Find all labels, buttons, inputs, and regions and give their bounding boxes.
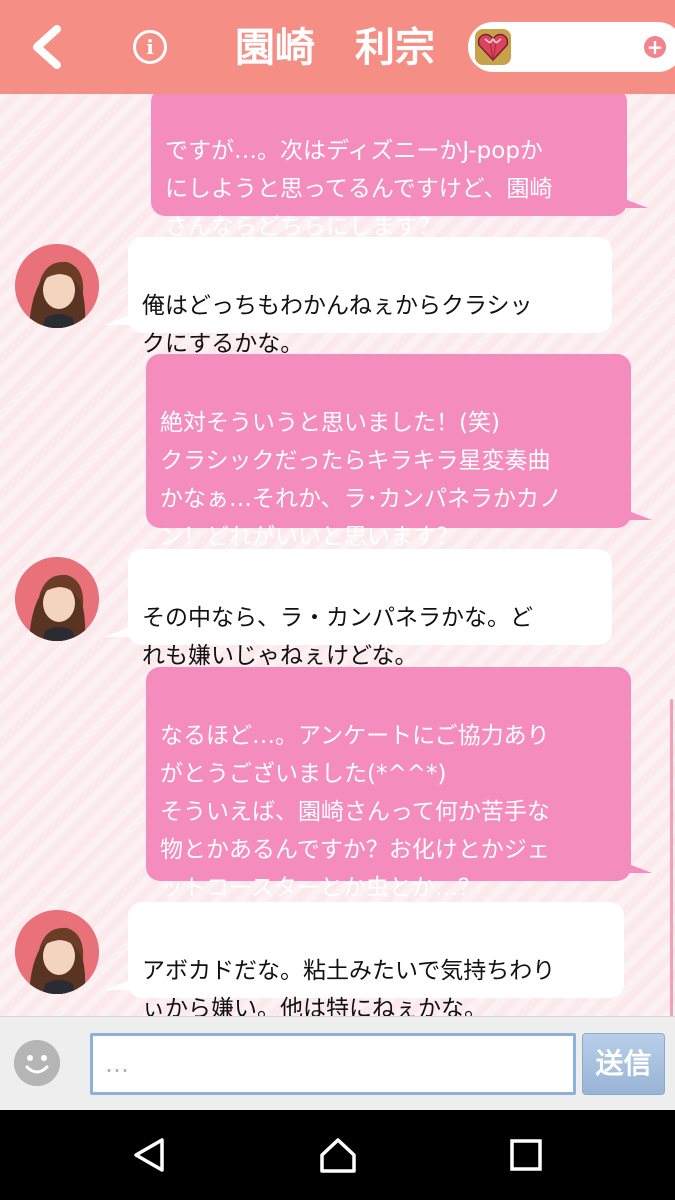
chat-title: 園崎 利宗	[235, 25, 435, 71]
back-button[interactable]	[22, 22, 72, 72]
message-text: 絶対そういうと思いました！(笑) クラシックだったらキラキラ星変奏曲 かなぁ…そ…	[160, 410, 563, 550]
plus-icon: +	[646, 35, 664, 59]
message-text: その中なら、ラ・カンパネラかな。ど れも嫌いじゃねぇけどな。	[142, 605, 533, 669]
message-text: なるほど…。アンケートにご協力あり がとうございました(*^^*) そういえば、…	[160, 723, 550, 901]
partner-avatar[interactable]	[15, 557, 99, 641]
info-icon: i	[146, 35, 154, 59]
bubble-tail	[626, 510, 652, 520]
avatar-portrait-icon	[15, 910, 99, 994]
partner-message: その中なら、ラ・カンパネラかな。ど れも嫌いじゃねぇけどな。	[128, 549, 612, 669]
bubble-tail	[104, 315, 130, 325]
user-message: ですが…。次はディズニーかJ-popか にしようと思ってるんですけど、園崎 さん…	[151, 94, 627, 240]
system-nav-bar	[0, 1110, 675, 1200]
send-button[interactable]: 送信	[582, 1033, 665, 1095]
bubble-tail	[626, 863, 652, 873]
nav-recents-icon[interactable]	[506, 1135, 546, 1175]
add-gem-button[interactable]: +	[644, 36, 666, 58]
info-button[interactable]: i	[133, 30, 167, 64]
avatar-portrait-icon	[15, 557, 99, 641]
scrollbar[interactable]	[670, 699, 673, 1016]
bubble-tail	[622, 198, 648, 208]
nav-home-icon[interactable]	[318, 1135, 358, 1175]
partner-message: アボカドだな。粘土みたいで気持ちわり ぃから嫌い。他は特にねぇかな。	[128, 902, 624, 1016]
smiley-icon	[14, 1040, 60, 1086]
heart-gem-icon	[475, 29, 511, 65]
user-message: 絶対そういうと思いました！(笑) クラシックだったらキラキラ星変奏曲 かなぁ…そ…	[146, 354, 631, 550]
message-text: アボカドだな。粘土みたいで気持ちわり ぃから嫌い。他は特にねぇかな。	[142, 958, 556, 1016]
user-message: なるほど…。アンケートにご協力あり がとうございました(*^^*) そういえば、…	[146, 667, 631, 901]
partner-avatar[interactable]	[15, 910, 99, 994]
nav-back-icon[interactable]	[130, 1135, 170, 1175]
message-composer: 送信	[0, 1016, 675, 1110]
message-text: 俺はどっちもわかんねぇからクラシッ クにするかな。	[142, 293, 533, 357]
chat-header: i 園崎 利宗 +	[0, 0, 675, 94]
message-input[interactable]	[90, 1033, 576, 1095]
bubble-tail	[104, 627, 130, 637]
bubble-tail	[104, 980, 130, 990]
chat-area[interactable]: ですが…。次はディズニーかJ-popか にしようと思ってるんですけど、園崎 さん…	[0, 94, 675, 1016]
message-text: ですが…。次はディズニーかJ-popか にしようと思ってるんですけど、園崎 さん…	[165, 138, 553, 240]
partner-message: 俺はどっちもわかんねぇからクラシッ クにするかな。	[128, 237, 612, 357]
emoji-button[interactable]	[14, 1040, 60, 1086]
back-chevron-icon	[33, 25, 61, 69]
partner-avatar[interactable]	[15, 244, 99, 328]
avatar-portrait-icon	[15, 244, 99, 328]
gem-counter[interactable]: +	[468, 22, 675, 72]
